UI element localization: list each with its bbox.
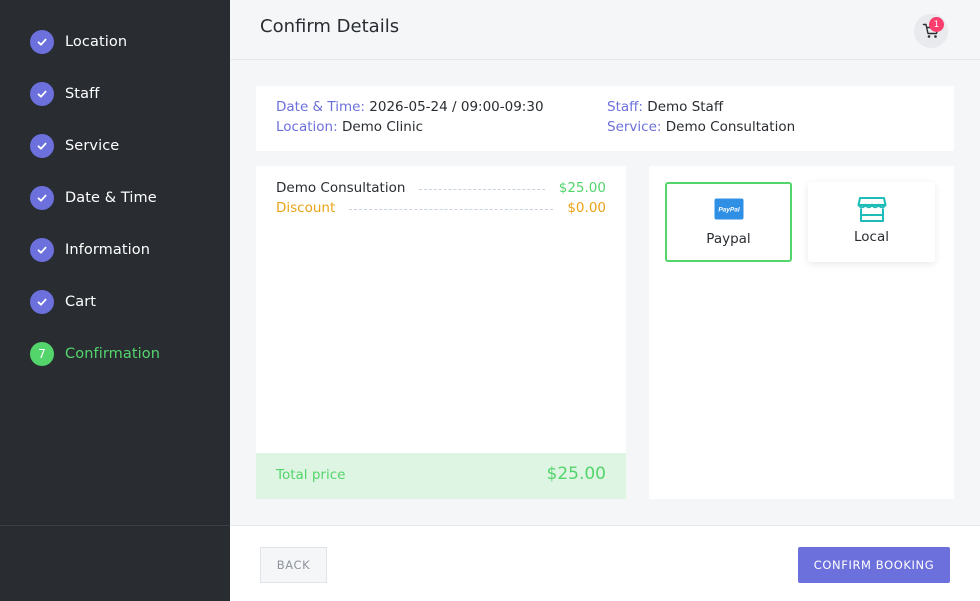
total-price-bar: Total price $25.00 bbox=[256, 453, 626, 499]
location-row: Location: Demo Clinic bbox=[276, 119, 423, 135]
sidebar: Location Staff Service Date & Time Infor… bbox=[0, 0, 230, 601]
step-date-time[interactable]: Date & Time bbox=[30, 186, 157, 210]
payment-methods-card: PayPal Paypal Local bbox=[649, 166, 954, 499]
step-location[interactable]: Location bbox=[30, 30, 127, 54]
cart-count-badge: 1 bbox=[929, 17, 944, 32]
payment-option-paypal[interactable]: PayPal Paypal bbox=[665, 182, 792, 262]
booking-details-card: Date & Time: 2026-05-24 / 09:00-09:30 Lo… bbox=[256, 86, 954, 151]
location-value: Demo Clinic bbox=[341, 119, 424, 135]
staff-key: Staff: bbox=[607, 99, 643, 115]
payment-label: Paypal bbox=[706, 231, 751, 247]
step-confirmation[interactable]: 7 Confirmation bbox=[30, 342, 160, 366]
discount-name: Discount bbox=[276, 200, 336, 216]
line-item-service: Demo Consultation $25.00 bbox=[276, 179, 606, 197]
date-time-row: Date & Time: 2026-05-24 / 09:00-09:30 bbox=[276, 99, 544, 115]
payment-label: Local bbox=[854, 229, 889, 245]
payment-option-local[interactable]: Local bbox=[808, 182, 935, 262]
back-button[interactable]: BACK bbox=[260, 547, 327, 583]
dotted-leader bbox=[349, 208, 554, 210]
header: Confirm Details 1 bbox=[230, 0, 980, 60]
discount-price: $0.00 bbox=[567, 200, 606, 216]
service-row: Service: Demo Consultation bbox=[607, 119, 795, 135]
check-icon bbox=[30, 186, 54, 210]
store-icon bbox=[857, 197, 886, 222]
step-staff[interactable]: Staff bbox=[30, 82, 99, 106]
item-price: $25.00 bbox=[558, 180, 606, 196]
step-label: Service bbox=[65, 138, 120, 154]
confirm-booking-button[interactable]: CONFIRM BOOKING bbox=[798, 547, 950, 583]
check-icon bbox=[30, 30, 54, 54]
step-label: Date & Time bbox=[65, 190, 157, 206]
check-icon bbox=[30, 134, 54, 158]
check-icon bbox=[30, 290, 54, 314]
date-time-value: 2026-05-24 / 09:00-09:30 bbox=[369, 99, 544, 115]
paypal-icon: PayPal bbox=[714, 198, 743, 220]
service-key: Service: bbox=[607, 119, 662, 135]
step-service[interactable]: Service bbox=[30, 134, 119, 158]
page-title: Confirm Details bbox=[260, 16, 400, 37]
location-key: Location: bbox=[276, 119, 338, 135]
line-item-discount: Discount $0.00 bbox=[276, 199, 606, 217]
step-label: Staff bbox=[65, 86, 100, 102]
dotted-leader bbox=[419, 188, 545, 190]
service-value: Demo Consultation bbox=[665, 119, 796, 135]
step-label: Information bbox=[65, 242, 151, 258]
sidebar-divider bbox=[0, 525, 230, 526]
step-label: Cart bbox=[65, 294, 97, 310]
staff-row: Staff: Demo Staff bbox=[607, 99, 723, 115]
total-price-value: $25.00 bbox=[546, 464, 606, 484]
step-information[interactable]: Information bbox=[30, 238, 150, 262]
total-price-label: Total price bbox=[276, 467, 346, 483]
price-summary-card: Demo Consultation $25.00 Discount $0.00 … bbox=[256, 166, 626, 499]
step-cart[interactable]: Cart bbox=[30, 290, 96, 314]
check-icon bbox=[30, 238, 54, 262]
staff-value: Demo Staff bbox=[647, 99, 724, 115]
main-panel: Confirm Details 1 Date & Time: 2026-05-2… bbox=[230, 0, 980, 601]
svg-text:PayPal: PayPal bbox=[718, 207, 740, 214]
date-time-key: Date & Time: bbox=[276, 99, 365, 115]
footer: BACK CONFIRM BOOKING bbox=[230, 525, 980, 601]
check-icon bbox=[30, 82, 54, 106]
step-label: Confirmation bbox=[65, 346, 161, 362]
step-number: 7 bbox=[30, 342, 54, 366]
step-label: Location bbox=[65, 34, 128, 50]
item-name: Demo Consultation bbox=[276, 180, 406, 196]
